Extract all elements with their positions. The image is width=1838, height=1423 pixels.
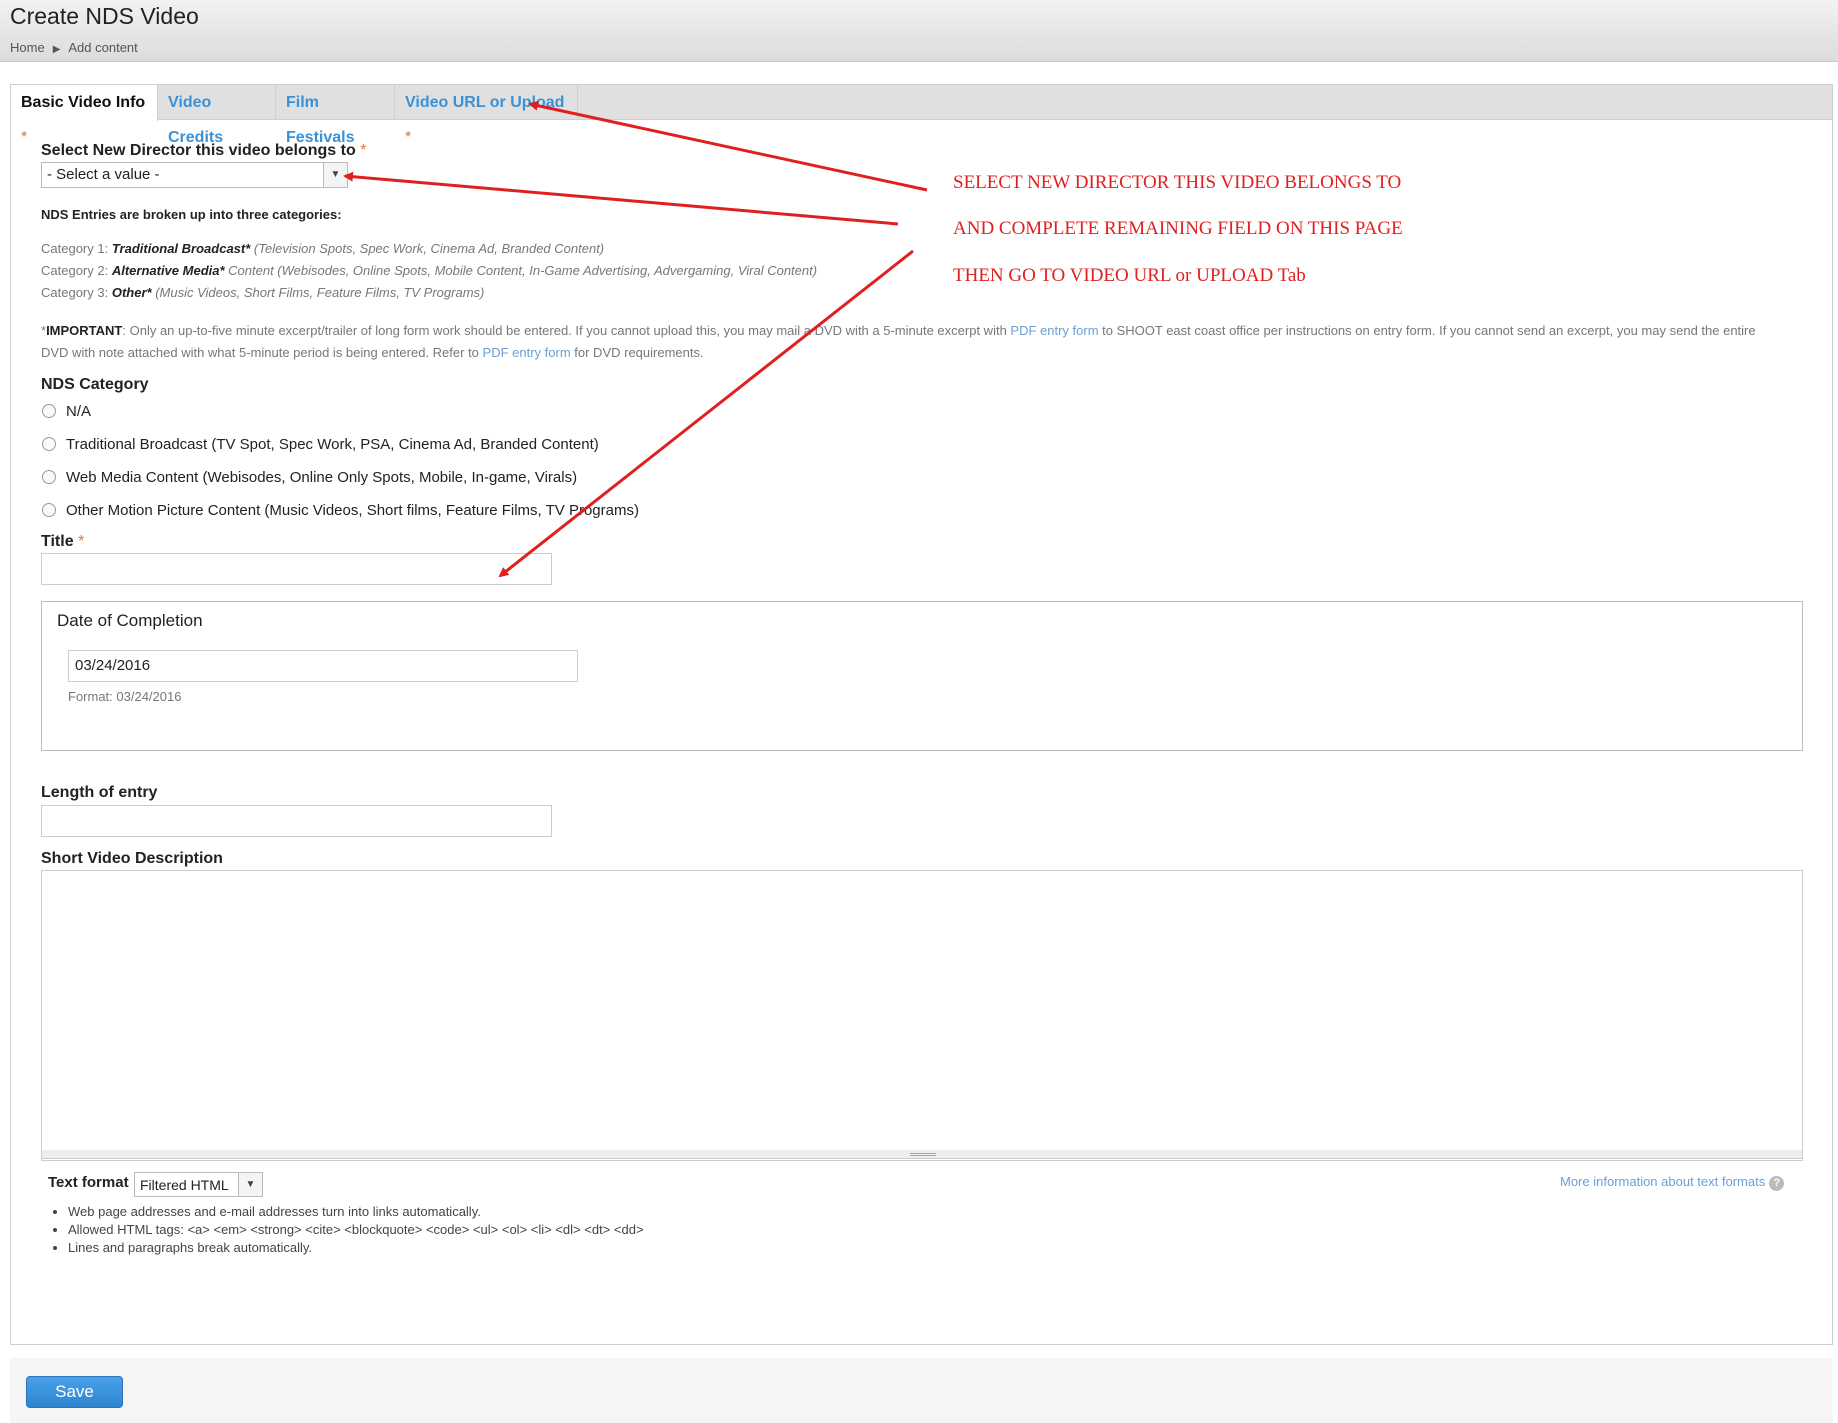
radio-button[interactable] — [42, 470, 56, 484]
length-input[interactable] — [41, 805, 552, 837]
vertical-tabs-bar: Basic Video Info * Video Credits Film Fe… — [11, 85, 1832, 146]
date-format-hint: Format: 03/24/2016 — [68, 689, 182, 704]
date-of-completion-fieldset: Date of Completion 03/24/2016 Format: 03… — [41, 601, 1803, 751]
tab-film-festivals[interactable]: Film Festivals — [276, 85, 395, 146]
director-label: Select New Director this video belongs t… — [41, 142, 366, 160]
textarea-resize-grip[interactable] — [41, 1150, 1803, 1159]
tab-label: Basic Video Info — [21, 94, 146, 111]
category-name: Traditional Broadcast* — [111, 241, 251, 256]
annotation-line-2: AND COMPLETE REMAINING FIELD ON THIS PAG… — [953, 218, 1403, 239]
title-label-text: Title — [41, 533, 74, 550]
text-format-label: Text format — [48, 1174, 129, 1191]
category-desc: (Television Spots, Spec Work, Cinema Ad,… — [253, 241, 605, 256]
grip-bar — [910, 1153, 936, 1156]
tab-video-url-or-upload[interactable]: Video URL or Upload * — [395, 85, 578, 146]
more-info-link[interactable]: More information about text formats — [1560, 1174, 1765, 1189]
important-note: *IMPORTANT: Only an up-to-five minute ex… — [41, 320, 1801, 364]
text-format-tips: Web page addresses and e-mail addresses … — [68, 1203, 644, 1257]
list-item: Lines and paragraphs break automatically… — [68, 1239, 644, 1257]
chevron-down-icon[interactable]: ▼ — [323, 163, 347, 187]
date-legend: Date of Completion — [57, 611, 203, 630]
save-button[interactable]: Save — [26, 1376, 123, 1408]
required-marker: * — [405, 129, 412, 146]
pdf-entry-form-link[interactable]: PDF entry form — [1010, 323, 1098, 338]
description-textarea[interactable] — [41, 870, 1803, 1161]
category-desc: Content (Webisodes, Online Spots, Mobile… — [228, 263, 818, 278]
radio-button[interactable] — [42, 503, 56, 517]
important-text: to SHOOT east coast office per instructi… — [1098, 323, 1756, 338]
radio-button[interactable] — [42, 404, 56, 418]
category-prefix: Category 3: — [41, 285, 109, 300]
tab-label: Video URL or Upload — [405, 94, 565, 111]
breadcrumb-home[interactable]: Home — [10, 40, 45, 55]
form-actions: Save — [10, 1358, 1833, 1423]
category-prefix: Category 2: — [41, 263, 109, 278]
tab-label: Video Credits — [168, 94, 224, 146]
category-line-2: Category 2: Alternative Media* Content (… — [41, 263, 817, 278]
text-format-value: Filtered HTML — [140, 1177, 229, 1193]
help-icon[interactable]: ? — [1769, 1176, 1785, 1191]
radio-option-web-media[interactable]: Web Media Content (Webisodes, Online Onl… — [42, 469, 577, 486]
radio-option-na[interactable]: N/A — [42, 403, 91, 420]
date-input[interactable]: 03/24/2016 — [68, 650, 578, 682]
annotation-line-3: THEN GO TO VIDEO URL or UPLOAD Tab — [953, 265, 1306, 286]
important-text: : Only an up-to-five minute excerpt/trai… — [122, 323, 1011, 338]
annotation-line-1: SELECT NEW DIRECTOR THIS VIDEO BELONGS T… — [953, 172, 1402, 193]
important-text: for DVD requirements. — [570, 345, 704, 360]
category-desc: (Music Videos, Short Films, Feature Film… — [155, 285, 485, 300]
nds-category-label: NDS Category — [41, 376, 149, 393]
description-label: Short Video Description — [41, 850, 223, 867]
pdf-entry-form-link[interactable]: PDF entry form — [483, 345, 571, 360]
category-line-3: Category 3: Other* (Music Videos, Short … — [41, 285, 484, 300]
radio-label: Other Motion Picture Content (Music Vide… — [66, 502, 639, 519]
radio-option-traditional-broadcast[interactable]: Traditional Broadcast (TV Spot, Spec Wor… — [42, 436, 599, 453]
list-item: Allowed HTML tags: <a> <em> <strong> <ci… — [68, 1221, 644, 1239]
required-marker: * — [360, 142, 367, 159]
title-input[interactable] — [41, 553, 552, 585]
important-text: DVD with note attached with what 5-minut… — [41, 345, 483, 360]
director-label-text: Select New Director this video belongs t… — [41, 142, 356, 159]
important-label: IMPORTANT — [46, 323, 123, 338]
page-title: Create NDS Video — [10, 3, 199, 29]
radio-button[interactable] — [42, 437, 56, 451]
category-name: Alternative Media* — [111, 263, 225, 278]
more-info-text-formats[interactable]: More information about text formats? — [1560, 1174, 1785, 1191]
tab-label: Film Festivals — [286, 94, 355, 146]
breadcrumb-add-content: Add content — [68, 40, 138, 55]
required-marker: * — [78, 533, 85, 550]
tab-basic-video-info[interactable]: Basic Video Info * — [11, 85, 158, 146]
title-label: Title * — [41, 533, 84, 551]
category-prefix: Category 1: — [41, 241, 109, 256]
director-select[interactable]: - Select a value - ▼ — [41, 162, 348, 188]
tab-video-credits[interactable]: Video Credits — [158, 85, 276, 146]
category-line-1: Category 1: Traditional Broadcast* (Tele… — [41, 241, 604, 256]
categories-intro: NDS Entries are broken up into three cat… — [41, 207, 342, 222]
radio-label: Traditional Broadcast (TV Spot, Spec Wor… — [66, 436, 599, 453]
radio-label: N/A — [66, 403, 92, 420]
breadcrumb-separator-icon: ▶ — [52, 44, 61, 55]
text-format-select[interactable]: Filtered HTML ▼ — [134, 1172, 263, 1197]
length-label: Length of entry — [41, 784, 158, 801]
page-header: Create NDS Video Home ▶ Add content — [0, 0, 1838, 62]
radio-label: Web Media Content (Webisodes, Online Onl… — [66, 469, 578, 486]
radio-option-other-motion-picture[interactable]: Other Motion Picture Content (Music Vide… — [42, 502, 639, 519]
category-name: Other* — [111, 285, 152, 300]
director-select-value: - Select a value - — [47, 166, 160, 183]
breadcrumb: Home ▶ Add content — [10, 40, 138, 55]
list-item: Web page addresses and e-mail addresses … — [68, 1203, 644, 1221]
required-marker: * — [21, 129, 28, 146]
chevron-down-icon[interactable]: ▼ — [238, 1173, 262, 1196]
